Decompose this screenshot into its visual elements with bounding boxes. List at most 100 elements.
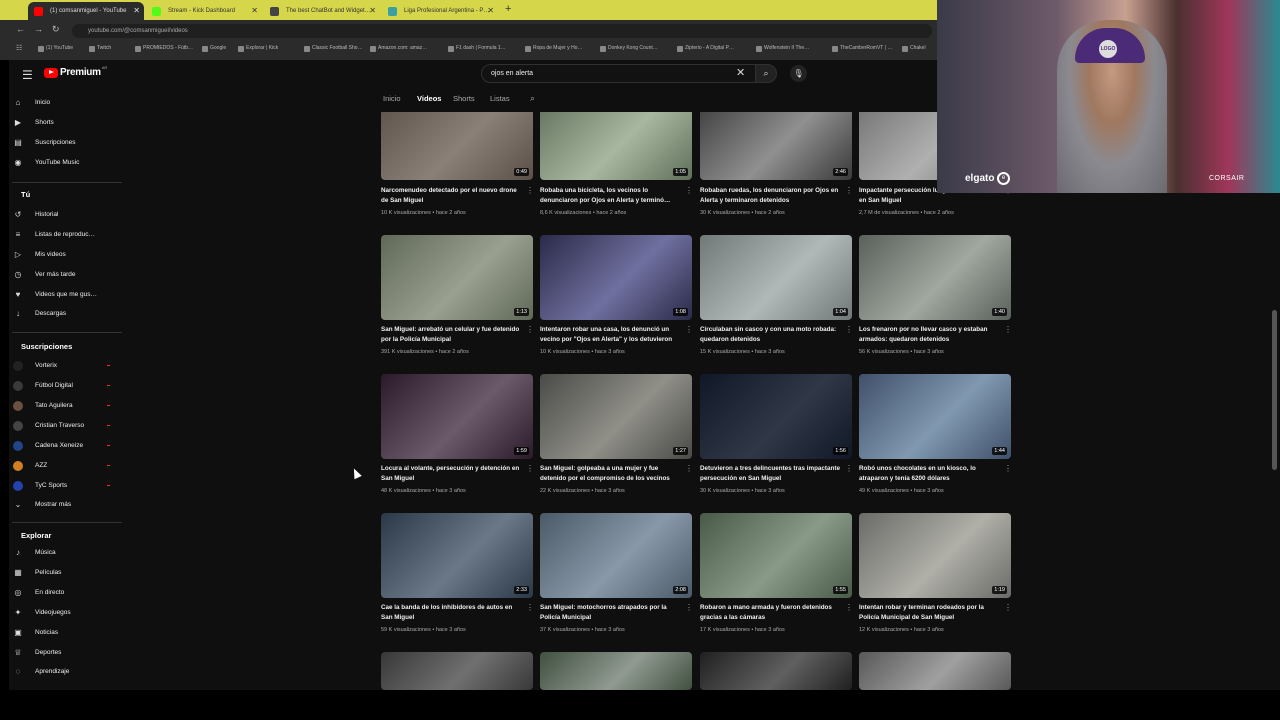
- close-tab-icon[interactable]: ✕: [133, 2, 140, 20]
- video-title[interactable]: Robó unos chocolates en un kiosco, lo at…: [859, 464, 999, 483]
- url-input[interactable]: youtube.com/@comsanmiguel/videos: [72, 24, 932, 38]
- more-options-icon[interactable]: ⋮: [1004, 464, 1012, 473]
- more-options-icon[interactable]: ⋮: [526, 464, 534, 473]
- bookmark-item[interactable]: Twitch: [89, 45, 111, 52]
- close-tab-icon[interactable]: ✕: [487, 2, 494, 20]
- sidebar-item-explore[interactable]: ♕ Deportes: [12, 647, 61, 659]
- sidebar-subscriptions-heading[interactable]: Suscripciones: [21, 342, 72, 351]
- bookmark-item[interactable]: Google: [202, 45, 226, 52]
- video-title[interactable]: San Miguel: arrebató un celular y fue de…: [381, 325, 521, 344]
- video-thumbnail[interactable]: [540, 652, 692, 690]
- video-thumbnail[interactable]: 1:56: [700, 374, 852, 459]
- video-title[interactable]: Locura al volante, persecución y detenci…: [381, 464, 521, 483]
- video-thumbnail[interactable]: 1:27: [540, 374, 692, 459]
- bookmark-item[interactable]: Wolfenstein II The…: [756, 45, 809, 52]
- mic-icon[interactable]: 🎙: [790, 65, 807, 82]
- back-icon[interactable]: ←: [16, 24, 25, 34]
- video-thumbnail[interactable]: 1:13: [381, 235, 533, 320]
- video-title[interactable]: Robaba una bicicleta, los vecinos lo den…: [540, 186, 680, 205]
- new-tab-button[interactable]: +: [505, 3, 511, 15]
- tab-listas[interactable]: Listas: [490, 94, 510, 103]
- video-title[interactable]: Circulaban sin casco y con una moto roba…: [700, 325, 840, 344]
- bookmark-item[interactable]: Amazon.com: amaz…: [370, 45, 427, 52]
- sidebar-item-explore[interactable]: ▦ Películas: [12, 567, 61, 579]
- bookmark-item[interactable]: PROMIEDOS - Fútb…: [135, 45, 193, 52]
- sidebar-item-subscription[interactable]: AZZ: [12, 460, 110, 472]
- video-thumbnail[interactable]: 1:40: [859, 235, 1011, 320]
- video-title[interactable]: Narcomenudeo detectado por el nuevo dron…: [381, 186, 521, 205]
- tab-videos[interactable]: Videos: [417, 94, 441, 103]
- video-title[interactable]: Detuvieron a tres delincuentes tras impa…: [700, 464, 840, 483]
- sidebar-item-main[interactable]: ⌂ Inicio: [12, 97, 51, 109]
- video-thumbnail[interactable]: [381, 652, 533, 690]
- more-options-icon[interactable]: ⋮: [845, 325, 853, 334]
- bookmark-item[interactable]: F1 dash | Formula 1…: [448, 45, 506, 52]
- tab-inicio[interactable]: Inicio: [383, 94, 401, 103]
- video-thumbnail[interactable]: 2:08: [540, 513, 692, 598]
- more-options-icon[interactable]: ⋮: [685, 325, 693, 334]
- sidebar-item-main[interactable]: ▶ Shorts: [12, 117, 54, 129]
- video-title[interactable]: San Miguel: golpeaba a una mujer y fue d…: [540, 464, 680, 483]
- sidebar-item-you[interactable]: ↓ Descargas: [12, 308, 66, 320]
- search-button[interactable]: ⌕: [755, 64, 777, 83]
- sidebar-item-you[interactable]: ▷ Mis videos: [12, 249, 66, 261]
- youtube-premium-logo[interactable]: Premium AR: [44, 65, 107, 78]
- sidebar-you-heading[interactable]: Tú: [21, 190, 30, 199]
- more-options-icon[interactable]: ⋮: [526, 325, 534, 334]
- video-title[interactable]: Intentan robar y terminan rodeados por l…: [859, 603, 999, 622]
- sidebar-item-subscription[interactable]: TyC Sports: [12, 480, 110, 492]
- sidebar-item-explore[interactable]: ♪ Música: [12, 547, 56, 559]
- bookmark-item[interactable]: Explorar | Kick: [238, 45, 278, 52]
- video-title[interactable]: Cae la banda de los inhibidores de autos…: [381, 603, 521, 622]
- channel-search-icon[interactable]: ⌕: [530, 93, 535, 104]
- sidebar-item-subscription[interactable]: Tato Aguilera: [12, 400, 110, 412]
- browser-tab[interactable]: Liga Profesional Argentina - P… ✕: [382, 2, 498, 20]
- video-thumbnail[interactable]: [859, 652, 1011, 690]
- bookmark-item[interactable]: (1) YouTube: [38, 45, 73, 52]
- video-thumbnail[interactable]: 2:33: [381, 513, 533, 598]
- apps-icon[interactable]: ☷: [16, 44, 22, 52]
- bookmark-item[interactable]: Ropa de Mujer y Ho…: [525, 45, 582, 52]
- bookmark-item[interactable]: Donkey Kong Count…: [600, 45, 658, 52]
- sidebar-item-explore[interactable]: ▣ Noticias: [12, 627, 58, 639]
- sidebar-item-main[interactable]: ▤ Suscripciones: [12, 137, 75, 149]
- forward-icon[interactable]: →: [34, 24, 43, 34]
- bookmark-item[interactable]: Chakel: [902, 45, 926, 52]
- sidebar-item-explore[interactable]: ◎ En directo: [12, 587, 65, 599]
- more-options-icon[interactable]: ⋮: [1004, 325, 1012, 334]
- video-title[interactable]: San Miguel: motochorros atrapados por la…: [540, 603, 680, 622]
- video-thumbnail[interactable]: 1:19: [859, 513, 1011, 598]
- sidebar-item-subscription[interactable]: Fútbol Digital: [12, 380, 110, 392]
- reload-icon[interactable]: ↻: [52, 24, 60, 35]
- video-thumbnail[interactable]: [700, 652, 852, 690]
- more-options-icon[interactable]: ⋮: [845, 464, 853, 473]
- video-thumbnail[interactable]: 1:55: [700, 513, 852, 598]
- video-title[interactable]: Intentaron robar una casa, los denunció …: [540, 325, 680, 344]
- hamburger-menu-icon[interactable]: ☰: [22, 68, 33, 82]
- sidebar-item-main[interactable]: ◉ YouTube Music: [12, 157, 80, 169]
- sidebar-item-you[interactable]: ◷ Ver más tarde: [12, 269, 76, 281]
- search-input[interactable]: ojos en alerta: [481, 64, 756, 83]
- page-scrollbar[interactable]: [1272, 310, 1277, 470]
- sidebar-item-subscription[interactable]: Cristian Traverso: [12, 420, 110, 432]
- show-more-button[interactable]: ⌄ Mostrar más: [12, 499, 71, 511]
- sidebar-item-explore[interactable]: ◌ Aprendizaje: [12, 666, 70, 678]
- more-options-icon[interactable]: ⋮: [845, 186, 853, 195]
- bookmark-item[interactable]: TheCamberRomVT | …: [832, 45, 892, 52]
- sidebar-item-you[interactable]: ↺ Historial: [12, 209, 59, 221]
- video-thumbnail[interactable]: 1:04: [700, 235, 852, 320]
- more-options-icon[interactable]: ⋮: [1004, 603, 1012, 612]
- video-title[interactable]: Robaron a mano armada y fueron detenidos…: [700, 603, 840, 622]
- sidebar-item-you[interactable]: ≡ Listas de reproduc…: [12, 229, 95, 241]
- video-title[interactable]: Robaban ruedas, los denunciaron por Ojos…: [700, 186, 840, 205]
- more-options-icon[interactable]: ⋮: [526, 186, 534, 195]
- video-thumbnail[interactable]: 1:59: [381, 374, 533, 459]
- bookmark-item[interactable]: Classic Football Sho…: [304, 45, 363, 52]
- browser-tab[interactable]: Stream - Kick Dashboard ✕: [146, 2, 262, 20]
- clear-search-icon[interactable]: ✕: [736, 66, 745, 79]
- browser-tab[interactable]: (1) comsanmiguel - YouTube ✕: [28, 2, 144, 20]
- close-tab-icon[interactable]: ✕: [251, 2, 258, 20]
- tab-shorts[interactable]: Shorts: [453, 94, 475, 103]
- video-title[interactable]: Los frenaron por no llevar casco y estab…: [859, 325, 999, 344]
- browser-tab[interactable]: The best ChatBot and Widget… ✕: [264, 2, 380, 20]
